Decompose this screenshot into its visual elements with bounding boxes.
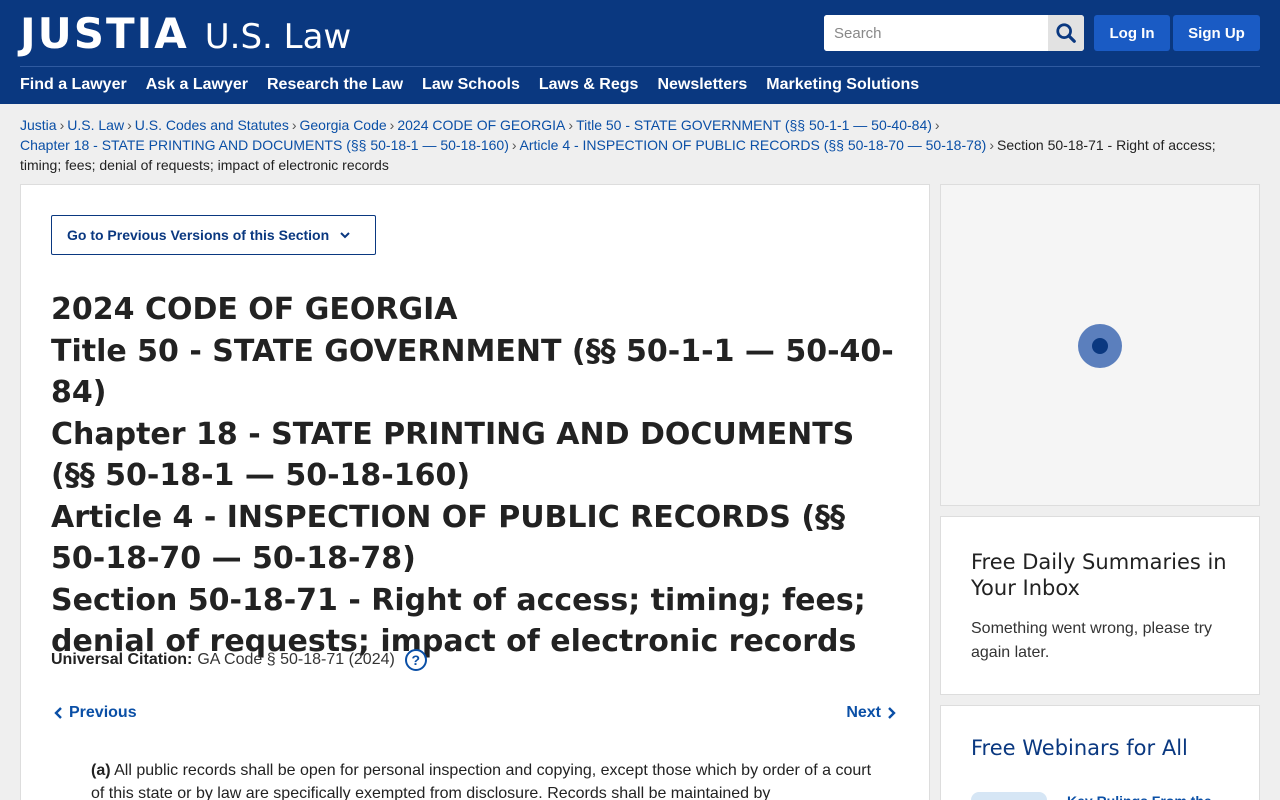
citation-label: Universal Citation:	[51, 651, 193, 668]
previous-versions-label: Go to Previous Versions of this Section	[67, 227, 330, 243]
nav-marketing-solutions[interactable]: Marketing Solutions	[766, 76, 919, 94]
nav-find-a-lawyer[interactable]: Find a Lawyer	[20, 76, 127, 94]
next-label: Next	[846, 704, 881, 721]
webinars-title[interactable]: Free Webinars for All	[971, 736, 1188, 760]
universal-citation: Universal Citation: GA Code § 50-18-71 (…	[51, 649, 427, 671]
breadcrumb-separator: ›	[511, 137, 517, 153]
chevron-right-icon	[888, 707, 896, 719]
search-button[interactable]	[1048, 15, 1084, 51]
title-line-title: Title 50 - STATE GOVERNMENT (§§ 50-1-1 —…	[51, 333, 894, 411]
ad-placeholder	[940, 184, 1260, 506]
signup-button[interactable]: Sign Up	[1173, 15, 1260, 51]
breadcrumb-link-title-50[interactable]: Title 50 - STATE GOVERNMENT (§§ 50-1-1 —…	[576, 117, 932, 133]
breadcrumb-separator: ›	[989, 137, 995, 153]
breadcrumb-link-2024-code[interactable]: 2024 CODE OF GEORGIA	[397, 117, 565, 133]
logo-main-text: JUSTIA	[20, 9, 189, 58]
summaries-title: Free Daily Summaries in Your Inbox	[971, 550, 1227, 600]
main-content-card: Go to Previous Versions of this Section …	[20, 184, 930, 800]
logo-sub-text: U.S. Law	[204, 17, 352, 57]
citation-value: GA Code § 50-18-71 (2024)	[197, 651, 395, 668]
subsection-marker: (a)	[91, 762, 111, 779]
search-icon	[1056, 23, 1076, 43]
next-section-link[interactable]: Next	[846, 704, 897, 722]
nav-ask-a-lawyer[interactable]: Ask a Lawyer	[146, 76, 248, 94]
nav-research-the-law[interactable]: Research the Law	[267, 76, 403, 94]
loading-spinner-icon	[1078, 324, 1122, 368]
chevron-down-icon	[339, 229, 351, 241]
webinar-thumbnail[interactable]	[971, 792, 1047, 800]
breadcrumb-link-chapter-18[interactable]: Chapter 18 - STATE PRINTING AND DOCUMENT…	[20, 137, 509, 153]
breadcrumb-separator: ›	[389, 117, 395, 133]
justia-logo[interactable]: JUSTIA U.S. Law	[20, 9, 352, 58]
summaries-error-message: Something went wrong, please try again l…	[971, 620, 1213, 661]
statute-body-text: (a) All public records shall be open for…	[91, 759, 881, 800]
breadcrumb-separator: ›	[291, 117, 297, 133]
breadcrumb-separator: ›	[59, 117, 65, 133]
help-icon[interactable]: ?	[404, 649, 427, 671]
login-button[interactable]: Log In	[1094, 15, 1170, 51]
title-line-article: Article 4 - INSPECTION OF PUBLIC RECORDS…	[51, 499, 846, 577]
webinar-item-title[interactable]: Key Rulings From the	[1067, 792, 1237, 800]
breadcrumb-link-georgia-code[interactable]: Georgia Code	[300, 117, 387, 133]
page-title: 2024 CODE OF GEORGIA Title 50 - STATE GO…	[51, 289, 901, 663]
breadcrumb-link-us-law[interactable]: U.S. Law	[67, 117, 124, 133]
main-nav: Find a Lawyer Ask a Lawyer Research the …	[20, 76, 919, 94]
nav-newsletters[interactable]: Newsletters	[657, 76, 747, 94]
breadcrumb-separator: ›	[934, 117, 940, 133]
newsletter-signup-card: Free Daily Summaries in Your Inbox Somet…	[940, 516, 1260, 695]
breadcrumb-separator: ›	[127, 117, 132, 133]
webinars-card: Free Webinars for All Key Rulings From t…	[940, 705, 1260, 800]
previous-versions-button[interactable]: Go to Previous Versions of this Section	[51, 215, 376, 255]
nav-divider	[20, 66, 1260, 67]
nav-law-schools[interactable]: Law Schools	[422, 76, 520, 94]
previous-label: Previous	[69, 704, 137, 721]
previous-section-link[interactable]: Previous	[53, 704, 137, 722]
chevron-left-icon	[54, 707, 62, 719]
breadcrumb-separator: ›	[568, 117, 574, 133]
title-line-code: 2024 CODE OF GEORGIA	[51, 292, 458, 327]
subsection-text: All public records shall be open for per…	[91, 762, 872, 800]
breadcrumb-link-justia[interactable]: Justia	[20, 117, 57, 133]
breadcrumb: Justia › U.S. Law › U.S. Codes and Statutes ›…	[20, 115, 1245, 175]
nav-laws-and-regs[interactable]: Laws & Regs	[539, 76, 639, 94]
site-header: JUSTIA U.S. Law Log In Sign Up Find a La…	[0, 0, 1280, 104]
breadcrumb-link-article-4[interactable]: Article 4 - INSPECTION OF PUBLIC RECORDS…	[520, 137, 987, 153]
search-input[interactable]	[824, 15, 1048, 51]
spinner-dot	[1092, 338, 1108, 354]
breadcrumb-link-codes-statutes[interactable]: U.S. Codes and Statutes	[135, 117, 289, 133]
title-line-chapter: Chapter 18 - STATE PRINTING AND DOCUMENT…	[51, 416, 855, 494]
search-box	[824, 15, 1084, 51]
